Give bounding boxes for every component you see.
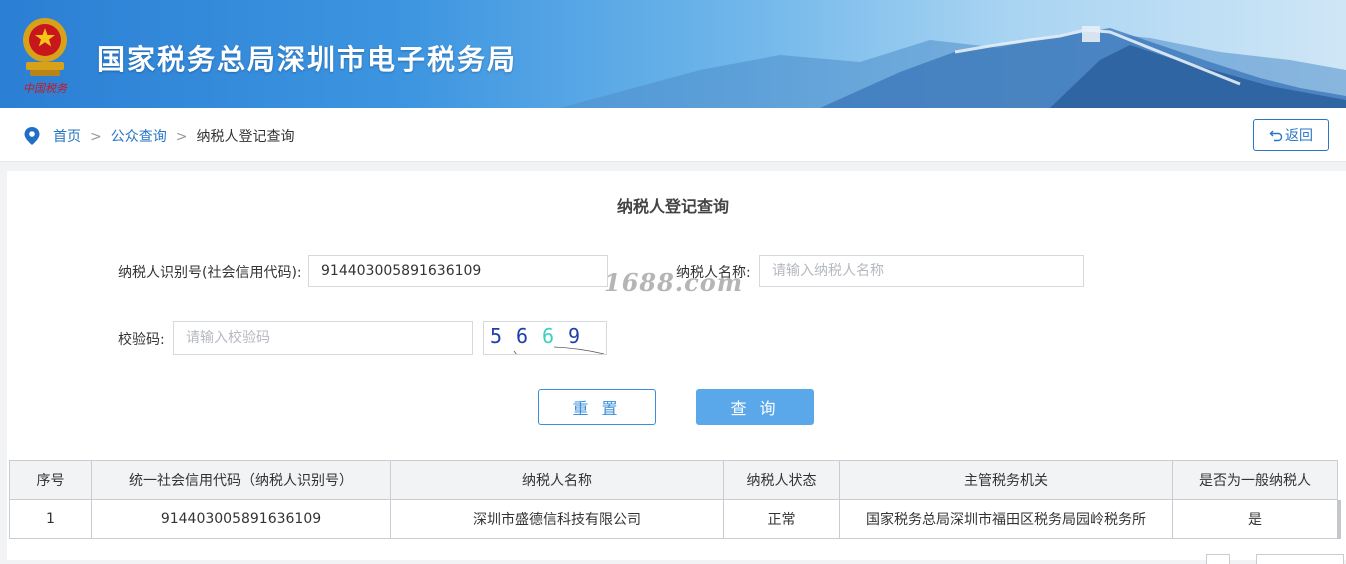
header-banner: 中国税务 国家税务总局深圳市电子税务局 [0,0,1346,108]
captcha-label: 校验码: [118,332,165,348]
column-header: 是否为一般纳税人 [1172,460,1338,500]
column-header: 序号 [9,460,92,500]
table-cell-index: 1 [9,499,92,539]
captcha-digit: 6 [516,324,528,348]
table-header-row: 序号 统一社会信用代码（纳税人识别号） 纳税人名称 纳税人状态 主管税务机关 是… [9,460,1338,500]
captcha-noise-line [553,346,605,354]
column-header: 纳税人状态 [723,460,840,500]
back-button[interactable]: 返回 [1253,119,1329,151]
taxpayer-id-input[interactable] [308,255,608,287]
national-emblem-logo: 中国税务 [23,18,68,95]
table-cell-taxpayer-name: 深圳市盛德信科技有限公司 [390,499,724,539]
breadcrumb-bar: 首页 > 公众查询 > 纳税人登记查询 [0,108,1346,162]
column-header: 统一社会信用代码（纳税人识别号） [91,460,391,500]
table-cell-status: 正常 [723,499,840,539]
svg-text:中国税务: 中国税务 [23,82,68,95]
table-cell-tax-authority: 国家税务总局深圳市福田区税务局园岭税务所 [839,499,1173,539]
query-button[interactable]: 查 询 [696,389,814,425]
table-cell-general-taxpayer: 是 [1172,499,1338,539]
captcha-noise-line [513,350,517,354]
breadcrumb-current: 纳税人登记查询 [196,129,295,145]
captcha-image[interactable]: 5 6 6 9 [483,321,607,355]
table-scrollbar[interactable] [1337,500,1341,539]
pagination-page-button[interactable] [1206,554,1230,564]
column-header: 纳税人名称 [390,460,724,500]
location-pin-icon [24,127,40,145]
captcha-digit: 5 [490,324,502,348]
captcha-input[interactable] [173,321,473,355]
breadcrumb-public-query-link[interactable]: 公众查询 [111,129,167,145]
breadcrumb-home-link[interactable]: 首页 [53,129,81,145]
site-title: 国家税务总局深圳市电子税务局 [97,43,518,76]
captcha-digits-graphic: 5 6 6 9 [490,324,605,354]
pagination-size-select[interactable] [1256,554,1344,564]
breadcrumb-separator: > [90,129,102,145]
column-header: 主管税务机关 [839,460,1173,500]
back-button-label: 返回 [1285,128,1313,144]
table-cell-credit-code: 914403005891636109 [91,499,391,539]
back-arrow-icon [1269,130,1283,142]
table-row: 1 914403005891636109 深圳市盛德信科技有限公司 正常 国家税… [9,499,1338,539]
taxpayer-id-label: 纳税人识别号(社会信用代码): [118,265,302,281]
captcha-digit: 6 [542,324,554,348]
reset-button[interactable]: 重 置 [538,389,656,425]
taxpayer-name-input[interactable] [759,255,1084,287]
breadcrumb-separator: > [175,129,188,145]
result-table: 序号 统一社会信用代码（纳税人识别号） 纳税人名称 纳税人状态 主管税务机关 是… [9,460,1338,539]
breadcrumb: 首页 > 公众查询 > 纳税人登记查询 [53,126,294,146]
page-title: 纳税人登记查询 [616,197,729,216]
captcha-digit: 9 [568,324,580,348]
taxpayer-name-label: 纳税人名称: [676,265,751,281]
